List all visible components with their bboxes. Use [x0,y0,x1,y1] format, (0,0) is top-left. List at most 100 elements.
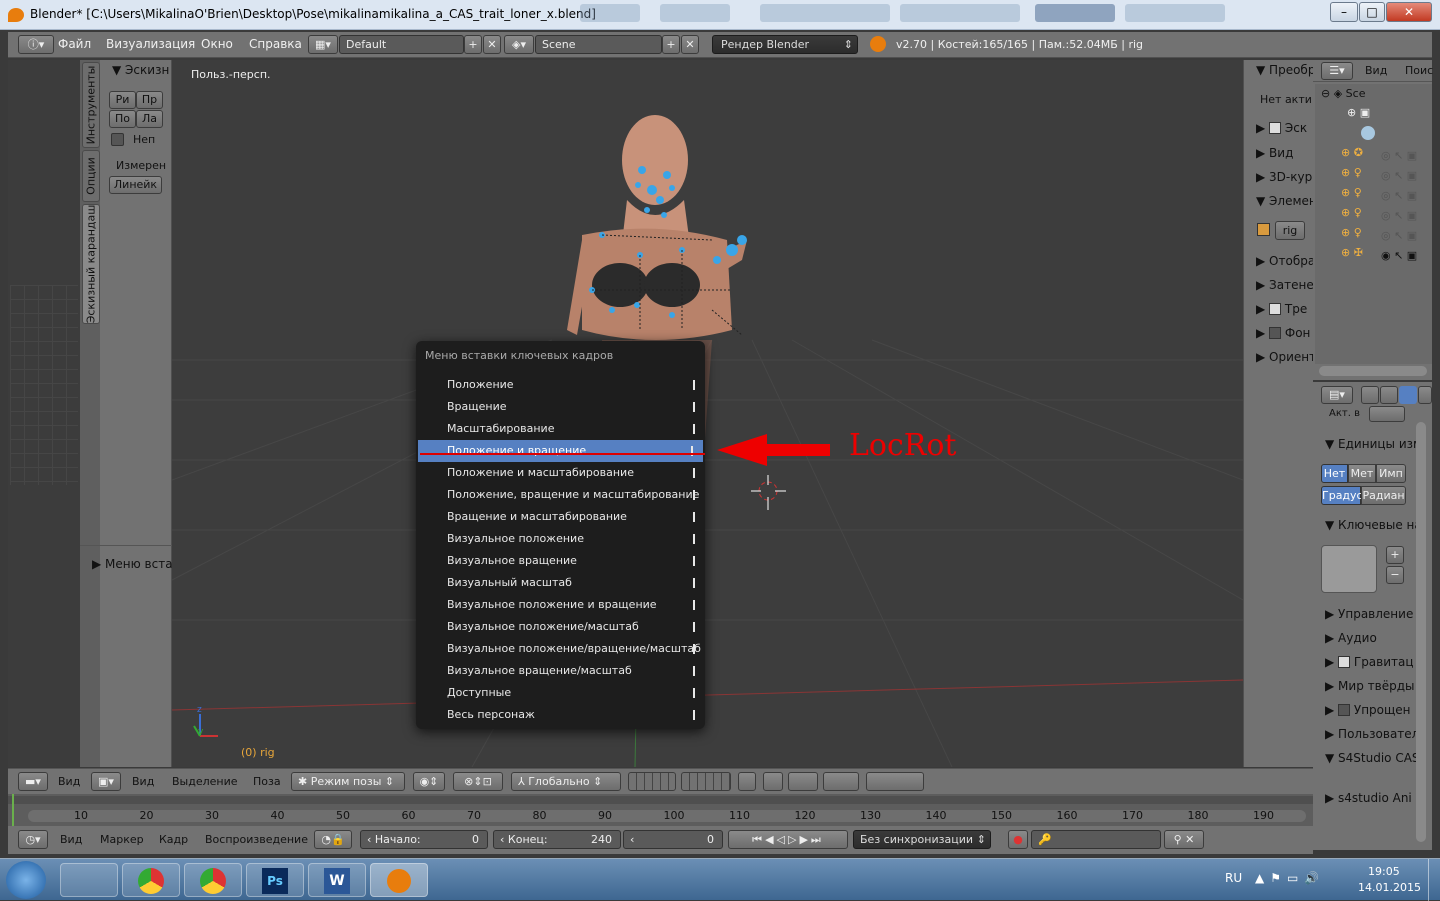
menu-item[interactable]: Положение, вращение и масштабирование [416,484,705,506]
menu-item[interactable]: Вращение [416,396,705,418]
keying-set-list[interactable] [1321,545,1377,593]
degrees-button[interactable]: Градус [1321,486,1363,505]
erase-button[interactable]: Ла [136,110,163,128]
menu-window[interactable]: Окно [201,37,233,51]
show-desktop-button[interactable] [1428,859,1440,901]
menu-item[interactable]: Визуальное положение [416,528,705,550]
mode-select[interactable]: ✱ Режим позы ⇕ [291,772,405,791]
timeline[interactable]: 10 20 30 40 50 60 70 80 90 100 110 120 130 140 150 160 1… [8,794,1313,826]
object-row[interactable]: ⊕ ♀ [1341,186,1362,199]
scene-field[interactable]: Scene [535,35,662,54]
language-indicator[interactable]: RU [1225,871,1242,885]
render-engine-select[interactable]: Рендер Blender ⇕ [712,35,858,54]
menu-render[interactable]: Визуализация [106,37,195,51]
menu-view[interactable]: Вид [60,833,82,846]
unit-metric-button[interactable]: Мет [1348,464,1376,483]
radians-button[interactable]: Радиан [1361,486,1406,505]
minimize-button[interactable]: – [1330,2,1358,22]
panel-display[interactable]: ▶ Отобра [1256,254,1315,268]
object-row[interactable]: ⊕ ♀ [1341,206,1362,219]
editor-type-button[interactable]: ▣▾ [91,772,121,791]
proportional-icon[interactable] [763,772,783,791]
scene-icon[interactable]: ◈▾ [504,35,534,54]
unit-imperial-button[interactable]: Имп [1376,464,1406,483]
start-frame-field[interactable]: ‹ Начало: 0 [360,830,488,849]
menu-item[interactable]: Доступные [416,682,705,704]
menu-item[interactable]: Визуальный масштаб [416,572,705,594]
panel-color-management[interactable]: ▶ Управление [1325,607,1413,621]
tab-tools[interactable]: Инструменты [82,62,100,148]
chrome-icon[interactable] [122,863,180,897]
menu-file[interactable]: Файл [58,37,91,51]
blender-icon[interactable] [370,863,428,897]
menu-item[interactable]: Вращение и масштабирование [416,506,705,528]
render-tab-icon[interactable] [1361,386,1379,404]
start-button[interactable] [6,861,46,899]
layers-tab-icon[interactable] [1380,386,1398,404]
draw-button[interactable]: Ри [109,91,136,109]
unit-none-button[interactable]: Нет [1321,464,1348,483]
panel-units[interactable]: ▼ Единицы изм [1325,437,1422,451]
tab-grease-pencil[interactable]: Эскизный карандаш [82,204,100,324]
object-row[interactable]: ⊕ ✪ [1341,146,1363,159]
layout-icon[interactable]: ▦▾ [308,35,338,54]
editor-type-button[interactable]: ◷▾ [18,830,48,849]
add-layout-icon[interactable]: + [464,35,482,54]
remove-icon[interactable]: − [1386,566,1404,584]
menu-help[interactable]: Справка [249,37,302,51]
properties-scrollbar[interactable] [1416,422,1426,842]
panel-custom-props[interactable]: ▶ Пользовател [1325,727,1419,741]
tray-icons[interactable]: ▲⚑▭🔊 [1255,871,1325,885]
orientation-select[interactable]: ⅄ Глобально ⇕ [511,772,621,791]
panel-view[interactable]: ▶ Вид [1256,146,1293,160]
add-icon[interactable]: + [1386,546,1404,564]
layer-buttons[interactable] [681,772,731,791]
editor-type-button[interactable]: ▬▾ [18,772,48,791]
menu-item[interactable]: Визуальное положение/масштаб [416,616,705,638]
panel-rigid-body[interactable]: ▶ Мир твёрды [1325,679,1414,693]
panel-motion[interactable]: ▶ Тре [1256,302,1307,316]
playhead[interactable] [12,794,14,826]
poly-button[interactable]: По [109,110,136,128]
menu-select[interactable]: Выделение [172,775,238,788]
panel-audio[interactable]: ▶ Аудио [1325,631,1377,645]
panel-background[interactable]: ▶ Фон [1256,326,1310,340]
menu-marker[interactable]: Маркер [100,833,144,846]
menu-item[interactable]: Положение и вращение [418,440,703,462]
menu-frame[interactable]: Кадр [159,833,188,846]
tab-options[interactable]: Опции [82,150,100,202]
panel-gravity[interactable]: ▶ Гравитац [1325,655,1414,669]
object-name-field[interactable]: rig [1275,221,1305,240]
editor-type-button[interactable]: ⓘ▾ [18,35,54,54]
layout-field[interactable]: Default [339,35,464,54]
panel-grease-pencil[interactable]: ▶ Эск [1256,121,1307,135]
outliner-scrollbar[interactable] [1319,366,1427,376]
delete-layout-icon[interactable]: ✕ [483,35,501,54]
menu-item[interactable]: Визуальное положение и вращение [416,594,705,616]
3d-viewport[interactable]: z y Польз.-персп. (0) rig LocRot [172,60,1243,767]
ruler-button[interactable]: Линейк [109,176,162,194]
snap-icon[interactable] [788,772,818,791]
menu-item[interactable]: Положение [416,374,705,396]
sync-select[interactable]: Без синхронизации ⇕ [853,830,991,849]
menu-item[interactable]: Положение и масштабирование [416,462,705,484]
panel-s4studio-cas[interactable]: ▼ S4Studio CAS [1325,751,1420,765]
object-row[interactable]: ⊕ ♀ [1341,166,1362,179]
preview-range-icon[interactable]: ◔🔒 [314,830,352,849]
panel-header[interactable]: ▼ Эскизн [112,63,169,77]
manipulator-toggle[interactable]: ⊗⇕⊡ [453,772,503,791]
scene-item[interactable]: ⊖ ◈ Sce [1321,87,1365,100]
current-frame-field[interactable]: ‹ 0 [623,830,723,849]
word-icon[interactable]: W [308,863,366,897]
photoshop-icon[interactable]: Ps [246,863,304,897]
menu-playback[interactable]: Воспроизведение [205,833,308,846]
editor-type-button[interactable]: ☰▾ [1321,62,1353,80]
pose-copy-icons[interactable] [866,772,924,791]
panel-keying-sets[interactable]: ▼ Ключевые на [1325,518,1422,532]
line-button[interactable]: Пр [136,91,163,109]
menu-item[interactable]: Визуальное вращение [416,550,705,572]
pivot-select[interactable]: ◉⇕ [413,772,445,791]
active-set-field[interactable] [1369,406,1405,422]
armature-row[interactable]: ⊕ ✠ [1341,246,1363,259]
panel-item[interactable]: ▼ Элемен [1256,194,1317,208]
